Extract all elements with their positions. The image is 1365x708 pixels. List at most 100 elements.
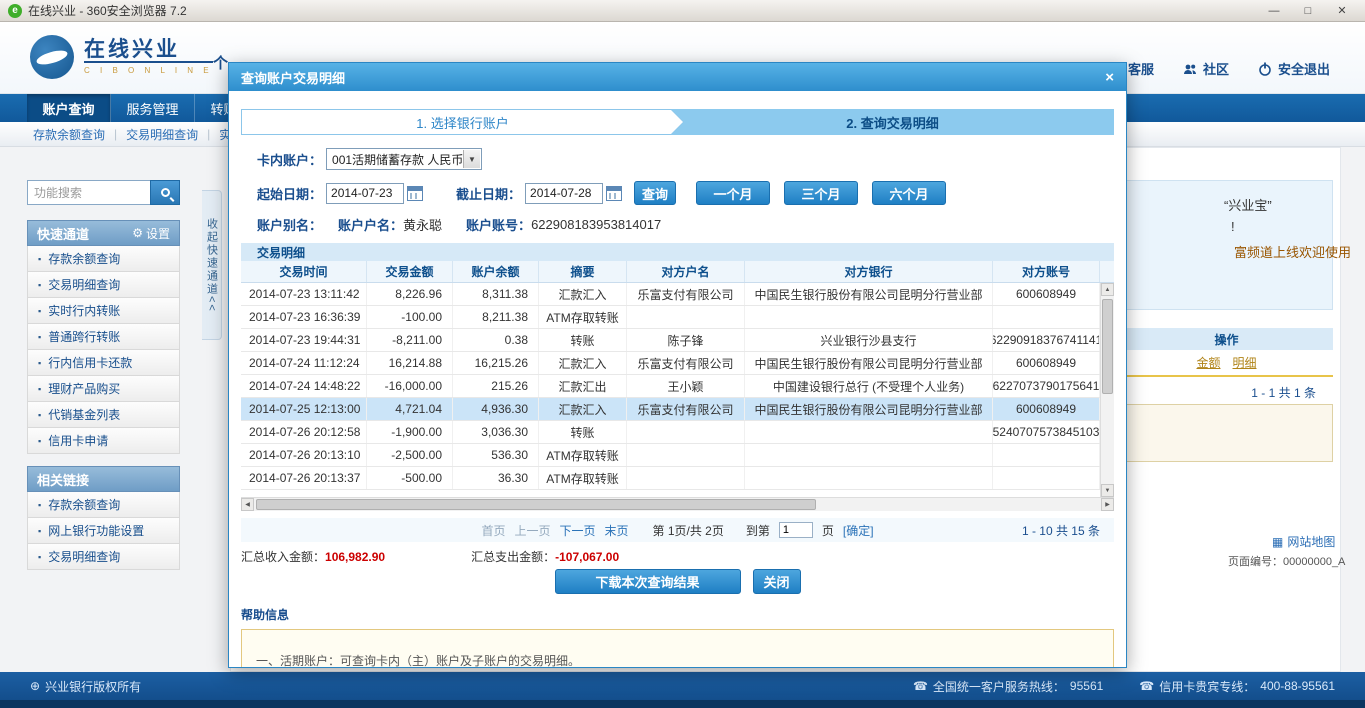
pagination-last[interactable]: 末页	[604, 522, 628, 539]
page-code-value: 00000000_A	[1283, 556, 1346, 568]
sidebar-item[interactable]: ▪ 普通跨行转账	[27, 324, 180, 350]
table-row[interactable]: 2014-07-23 16:36:39 -100.00 8,211.38 ATM存取转…	[241, 306, 1100, 329]
table-cell: 5240707573845103	[993, 421, 1100, 443]
calendar-icon[interactable]	[407, 185, 424, 201]
sidebar-item[interactable]: ▪ 存款余额查询	[27, 492, 180, 518]
table-row[interactable]: 2014-07-24 11:12:24 16,214.88 16,215.26 汇款汇…	[241, 352, 1100, 375]
copyright-text: 兴业银行版权所有	[45, 679, 142, 694]
close-window-button[interactable]: ✕	[1327, 2, 1357, 19]
nav-tab[interactable]: 服务管理	[111, 94, 195, 122]
column-header[interactable]: 对方账号	[993, 261, 1100, 282]
globe-icon: ⊕	[30, 679, 41, 693]
screen: e 在线兴业 - 360安全浏览器 7.2 — □ ✕ 在线兴业 C I B O…	[0, 0, 1365, 708]
vertical-scrollbar[interactable]: ▲ ▼	[1100, 283, 1114, 497]
step-select-account[interactable]: 1. 选择银行账户	[241, 109, 684, 135]
ops-link[interactable]: 明细	[1233, 354, 1257, 371]
scroll-right-arrow-icon[interactable]: ▶	[1101, 498, 1114, 511]
range-button[interactable]: 三个月	[784, 181, 859, 205]
range-button[interactable]: 六个月	[872, 181, 947, 205]
table-cell	[627, 421, 745, 443]
table-row[interactable]: 2014-07-26 20:13:10 -2,500.00 536.30 ATM存取转…	[241, 444, 1100, 467]
table-row[interactable]: 2014-07-23 13:11:42 8,226.96 8,311.38 汇款汇入乐…	[241, 283, 1100, 306]
subnav-separator: |	[207, 127, 211, 141]
subnav-item[interactable]: 存款余额查询	[33, 126, 105, 143]
start-date-input[interactable]	[326, 182, 405, 204]
sidebar-item-label: 交易明细查询	[48, 278, 121, 292]
column-header[interactable]: 账户余额	[453, 261, 539, 282]
table-row[interactable]: 2014-07-24 14:48:22 -16,000.00 215.26 汇款汇出王…	[241, 375, 1100, 398]
logout-link[interactable]: 安全退出	[1257, 59, 1330, 78]
search-input[interactable]	[27, 180, 150, 205]
vip-hotline: ☎ 信用卡贵宾专线： 400-88-95561	[1139, 678, 1335, 695]
step-indicator: 1. 选择银行账户 2. 查询交易明细	[241, 109, 1114, 135]
account-info-row: 账户别名： 账户户名： 黄永聪 账户账号： 622908183953814017	[229, 215, 1126, 233]
goto-confirm-button[interactable]: [确定]	[843, 522, 874, 539]
expense-label: 汇总支出金额：	[471, 550, 556, 564]
download-results-button[interactable]: 下载本次查询结果	[554, 569, 741, 594]
horizontal-scroll-thumb[interactable]	[256, 499, 816, 510]
search-button[interactable]	[150, 180, 180, 205]
pagination-next[interactable]: 下一页	[559, 522, 595, 539]
bullet-icon: ▪	[38, 305, 42, 316]
sidebar-item[interactable]: ▪ 网上银行功能设置	[27, 518, 180, 544]
sidebar-item[interactable]: ▪ 代销基金列表	[27, 402, 180, 428]
table-cell: 2014-07-26 20:13:37	[241, 467, 367, 489]
scroll-up-arrow-icon[interactable]: ▲	[1101, 283, 1114, 296]
subnav-item[interactable]: 交易明细查询	[126, 126, 198, 143]
account-select-value: 001活期储蓄存款 人民币	[332, 152, 464, 167]
settings-label: 设置	[145, 226, 170, 241]
table-row[interactable]: 2014-07-26 20:13:37 -500.00 36.30 ATM存取转账	[241, 467, 1100, 490]
modal-close-icon[interactable]: ×	[1105, 70, 1114, 85]
column-header[interactable]: 交易金额	[367, 261, 453, 282]
pagination-prev[interactable]: 上一页	[514, 522, 550, 539]
community-link[interactable]: 社区	[1182, 59, 1229, 78]
table-cell: -1,900.00	[367, 421, 453, 443]
table-cell: 36.30	[453, 467, 539, 489]
close-button[interactable]: 关闭	[752, 569, 801, 594]
pagination-first[interactable]: 首页	[481, 522, 505, 539]
column-header[interactable]: 对方银行	[745, 261, 993, 282]
account-select[interactable]: 001活期储蓄存款 人民币 ▼	[326, 148, 483, 170]
query-button[interactable]: 查询	[634, 181, 677, 205]
vertical-scroll-thumb[interactable]	[1102, 299, 1113, 394]
column-header[interactable]: 摘要	[539, 261, 627, 282]
table-cell: 乐富支付有限公司	[627, 283, 745, 305]
end-date-input[interactable]	[525, 182, 604, 204]
settings-link[interactable]: ⚙ 设置	[132, 225, 170, 242]
sidebar-item[interactable]: ▪ 存款余额查询	[27, 246, 180, 272]
column-header[interactable]: 对方户名	[627, 261, 745, 282]
scroll-down-arrow-icon[interactable]: ▼	[1101, 484, 1114, 497]
minimize-button[interactable]: —	[1259, 2, 1289, 19]
table-cell: 8,211.38	[453, 306, 539, 328]
calendar-icon[interactable]	[606, 185, 623, 201]
sidebar-item[interactable]: ▪ 交易明细查询	[27, 272, 180, 298]
step-query-detail[interactable]: 2. 查询交易明细	[671, 109, 1114, 135]
table-cell: ATM存取转账	[539, 306, 627, 328]
range-button[interactable]: 一个月	[696, 181, 771, 205]
sitemap-link[interactable]: ▦ 网站地图	[1272, 533, 1335, 550]
table-cell: 中国民生银行股份有限公司昆明分行营业部	[745, 398, 993, 420]
sidebar-item[interactable]: ▪ 行内信用卡还款	[27, 350, 180, 376]
related-items: ▪ 存款余额查询 ▪ 网上银行功能设置 ▪ 交易明细查询	[27, 492, 180, 570]
maximize-button[interactable]: □	[1293, 2, 1323, 19]
sidebar-item[interactable]: ▪ 理财产品购买	[27, 376, 180, 402]
column-header[interactable]: 交易时间	[241, 261, 367, 282]
table-row[interactable]: 2014-07-26 20:12:58 -1,900.00 3,036.30 转账 52…	[241, 421, 1100, 444]
goto-page-input[interactable]	[778, 522, 813, 538]
bank-logo[interactable]: 在线兴业 C I B O N L I N E	[30, 35, 213, 79]
table-row[interactable]: 2014-07-23 19:44:31 -8,211.00 0.38 转账 陈子锋 兴业银…	[241, 329, 1100, 352]
collapse-quick-channel-handle[interactable]: 收起快速通道<<	[202, 190, 222, 340]
page-footer: ⊕ 兴业银行版权所有 ☎ 全国统一客户服务热线： 95561 ☎ 信用卡贵宾专线：…	[0, 672, 1365, 700]
table-cell	[627, 467, 745, 489]
horizontal-scrollbar[interactable]: ◀ ▶	[241, 497, 1114, 511]
ops-link[interactable]: 金额	[1196, 354, 1220, 371]
table-row[interactable]: 2014-07-25 12:13:00 4,721.04 4,936.30 汇款汇入乐…	[241, 398, 1100, 421]
scroll-left-arrow-icon[interactable]: ◀	[241, 498, 254, 511]
nav-tab[interactable]: 账户查询	[27, 94, 111, 122]
sidebar-item[interactable]: ▪ 交易明细查询	[27, 544, 180, 570]
sidebar-item[interactable]: ▪ 实时行内转账	[27, 298, 180, 324]
sidebar-item[interactable]: ▪ 信用卡申请	[27, 428, 180, 454]
table-cell: 汇款汇入	[539, 352, 627, 374]
taskbar-strip	[0, 700, 1365, 708]
table-cell: 600608949	[993, 398, 1100, 420]
